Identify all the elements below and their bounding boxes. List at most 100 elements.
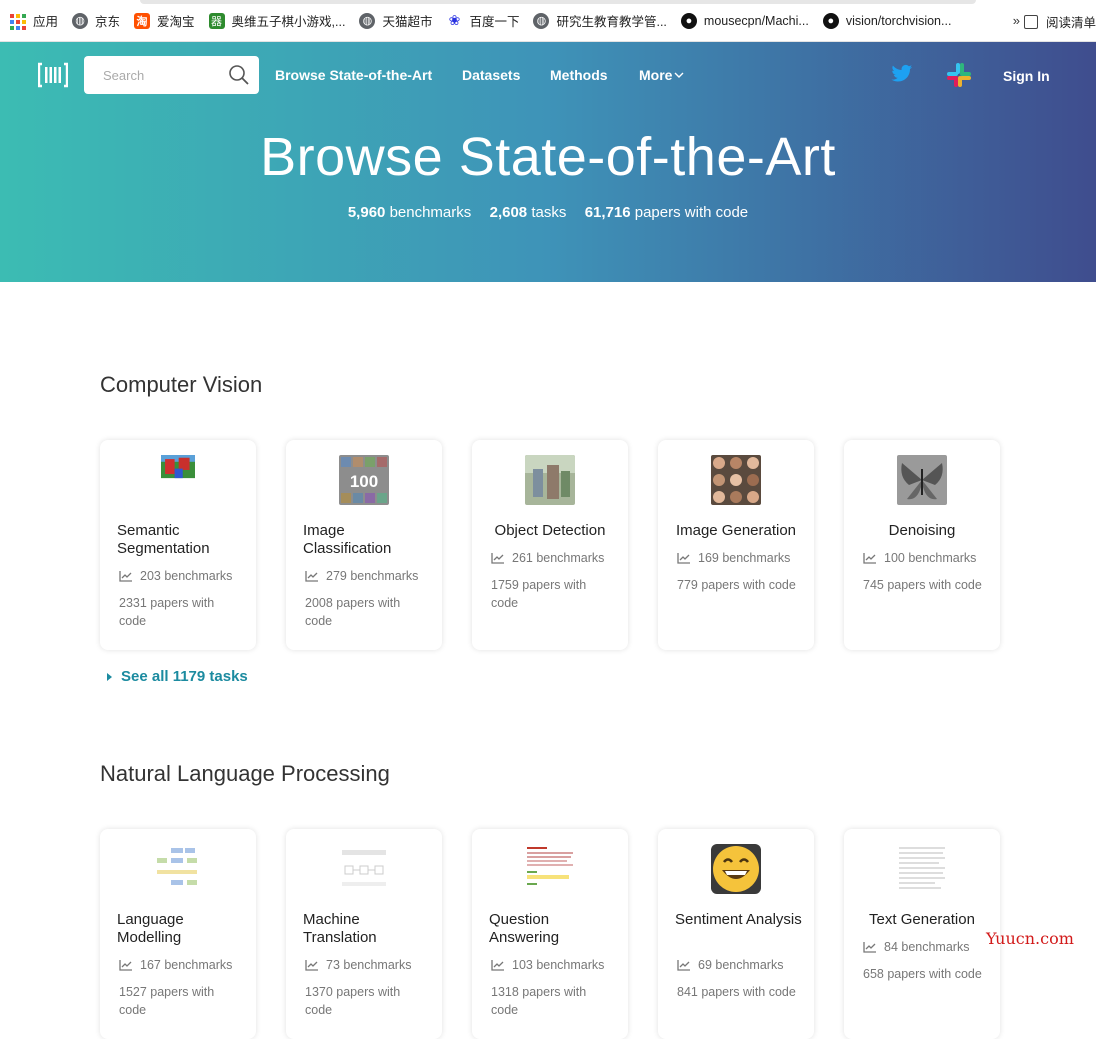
apps-icon: [10, 13, 26, 30]
watermark: Yuucn.com: [986, 929, 1074, 948]
search-input[interactable]: Search: [84, 56, 259, 94]
card-papers: 745 papers with code: [863, 578, 982, 592]
globe-icon: ◍: [72, 12, 89, 29]
card-title: Sentiment Analysis: [675, 911, 802, 928]
card-benchmarks: 261 benchmarks: [491, 551, 604, 565]
task-card-image-generation[interactable]: Image Generation 169 benchmarks 779 pape…: [658, 440, 814, 650]
slack-icon[interactable]: [946, 62, 972, 88]
card-benchmarks: 103 benchmarks: [491, 958, 604, 972]
card-papers: 779 papers with code: [677, 578, 796, 592]
card-papers: 841 papers with code: [677, 985, 796, 999]
task-card-sentiment-analysis[interactable]: Sentiment Analysis 69 benchmarks 841 pap…: [658, 829, 814, 1039]
card-title: Text Generation: [869, 911, 975, 928]
question-answering-thumbnail: [525, 844, 575, 894]
cv-task-cards: Semantic Segmentation 203 benchmarks 233…: [100, 440, 1000, 650]
card-papers: 1370 papers with code: [305, 985, 401, 1017]
stat-tasks-value: 2,608: [489, 204, 528, 221]
thumbnail-number-text: 100: [350, 472, 378, 491]
reading-list-button[interactable]: 阅读清单: [1023, 12, 1096, 31]
bookmark-aitaobao[interactable]: 淘 爱淘宝: [134, 11, 195, 30]
search-icon[interactable]: [228, 64, 250, 86]
search-placeholder: Search: [103, 68, 145, 83]
github-icon: ●: [680, 12, 697, 29]
task-card-language-modelling[interactable]: Language Modelling 167 benchmarks 1527 p…: [100, 829, 256, 1039]
github-icon: ●: [822, 12, 839, 29]
task-card-denoising[interactable]: Denoising 100 benchmarks 745 papers with…: [844, 440, 1000, 650]
trending-chart-icon: [119, 960, 132, 971]
card-title: Image Classification: [303, 522, 392, 557]
trending-chart-icon: [677, 960, 690, 971]
bookmark-tmall[interactable]: ◍ 天猫超市: [359, 11, 432, 30]
card-title: Machine Translation: [303, 911, 377, 946]
bookmark-baidu[interactable]: ❀ 百度一下: [446, 11, 520, 30]
card-papers: 658 papers with code: [863, 967, 982, 981]
task-card-question-answering[interactable]: Question Answering 103 benchmarks 1318 p…: [472, 829, 628, 1039]
see-all-tasks-link[interactable]: See all 1179 tasks: [107, 668, 248, 685]
bookmark-graduate[interactable]: ◍ 研究生教育教学管...: [533, 11, 667, 30]
bookmark-gomoku[interactable]: 器 奥维五子棋小游戏,...: [208, 11, 345, 30]
game-icon: 器: [208, 12, 225, 29]
task-card-image-classification[interactable]: 100 Image Classification 279 benchmarks …: [286, 440, 442, 650]
task-card-semantic-segmentation[interactable]: Semantic Segmentation 203 benchmarks 233…: [100, 440, 256, 650]
nav-methods[interactable]: Methods: [550, 67, 608, 83]
card-papers: 2008 papers with code: [305, 596, 401, 628]
globe-icon: ◍: [359, 12, 376, 29]
stat-papers-label: papers with code: [634, 204, 749, 221]
trending-chart-icon: [677, 553, 690, 564]
chevron-down-icon: [674, 72, 684, 78]
stat-tasks-label: tasks: [531, 204, 567, 221]
card-title: Denoising: [888, 522, 956, 539]
pwc-logo-icon[interactable]: [38, 62, 68, 88]
card-title: Image Generation: [675, 522, 797, 539]
hero-stats: 5,960 benchmarks 2,608 tasks 61,716 pape…: [0, 204, 1096, 221]
denoising-thumbnail: [897, 455, 947, 505]
section-title-computer-vision: Computer Vision: [100, 372, 263, 397]
card-benchmarks: 73 benchmarks: [305, 958, 411, 972]
stat-benchmarks-label: benchmarks: [389, 204, 472, 221]
card-papers: 1759 papers with code: [491, 578, 587, 610]
trending-chart-icon: [305, 960, 318, 971]
taobao-icon: 淘: [134, 12, 151, 29]
nlp-task-cards: Language Modelling 167 benchmarks 1527 p…: [100, 829, 1000, 1039]
bookmark-torchvision[interactable]: ● vision/torchvision...: [822, 12, 951, 29]
card-benchmarks: 203 benchmarks: [119, 569, 232, 583]
task-card-object-detection[interactable]: Object Detection 261 benchmarks 1759 pap…: [472, 440, 628, 650]
card-title: Language Modelling: [117, 911, 184, 946]
task-card-text-generation[interactable]: Text Generation 84 benchmarks 658 papers…: [844, 829, 1000, 1039]
card-benchmarks: 279 benchmarks: [305, 569, 418, 583]
twitter-icon[interactable]: [891, 64, 913, 84]
bookmark-jd[interactable]: ◍ 京东: [72, 11, 120, 30]
reading-list-icon: [1023, 14, 1038, 29]
globe-icon: ◍: [533, 12, 550, 29]
card-title: Semantic Segmentation: [117, 522, 210, 557]
bookmarks-overflow-button[interactable]: »: [1013, 13, 1020, 28]
trending-chart-icon: [491, 960, 504, 971]
address-bar-edge: [140, 0, 976, 4]
stat-papers-value: 61,716: [584, 204, 631, 221]
baidu-paw-icon: ❀: [448, 12, 461, 28]
sign-in-link[interactable]: Sign In: [1003, 68, 1050, 84]
card-benchmarks: 100 benchmarks: [863, 551, 976, 565]
nav-datasets[interactable]: Datasets: [462, 67, 520, 83]
card-papers: 2331 papers with code: [119, 596, 215, 628]
object-detection-thumbnail: [525, 455, 575, 505]
card-papers: 1318 papers with code: [491, 985, 587, 1017]
semantic-segmentation-thumbnail: [161, 455, 195, 479]
bookmark-apps[interactable]: 应用: [10, 11, 58, 30]
nav-browse-sota[interactable]: Browse State-of-the-Art: [275, 67, 432, 83]
language-modelling-thumbnail: [153, 844, 203, 894]
hero-banner: Search Browse State-of-the-Art Datasets …: [0, 42, 1096, 282]
bookmark-mousecpn[interactable]: ● mousecpn/Machi...: [680, 12, 809, 29]
trending-chart-icon: [863, 942, 876, 953]
nav-more-dropdown[interactable]: More: [639, 67, 684, 83]
image-classification-thumbnail: 100: [339, 455, 389, 505]
card-benchmarks: 69 benchmarks: [677, 958, 783, 972]
card-title: Object Detection: [494, 522, 606, 539]
card-benchmarks: 84 benchmarks: [863, 940, 969, 954]
trending-chart-icon: [863, 553, 876, 564]
task-card-machine-translation[interactable]: Machine Translation 73 benchmarks 1370 p…: [286, 829, 442, 1039]
card-papers: 1527 papers with code: [119, 985, 215, 1017]
top-nav: Search Browse State-of-the-Art Datasets …: [0, 56, 1096, 96]
stat-benchmarks-value: 5,960: [347, 204, 386, 221]
image-generation-thumbnail: [711, 455, 761, 505]
